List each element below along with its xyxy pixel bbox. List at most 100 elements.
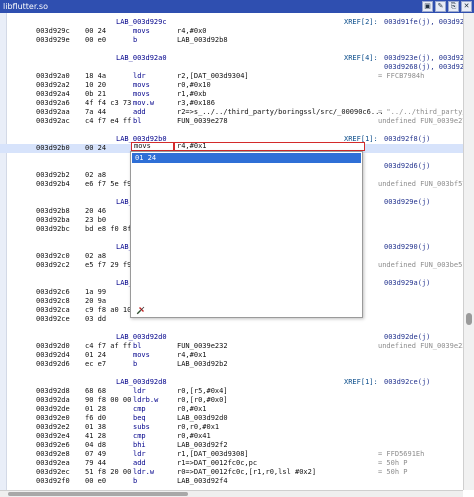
assembly-suggestion-list[interactable]: 01 24 (130, 151, 363, 318)
operands[interactable]: LAB_003d92d0 (177, 414, 228, 423)
edit-icon[interactable]: ✎ (435, 1, 446, 12)
instruction-row[interactable]: 003d929e 00 e0 b LAB_003d92b8 (0, 36, 463, 45)
mnemonic[interactable]: movs (133, 81, 150, 90)
address[interactable]: 003d92aa (36, 108, 70, 117)
address[interactable]: 003d92c0 (36, 252, 70, 261)
xref-values[interactable]: 003d929e(j) (384, 198, 430, 207)
mnemonic[interactable]: movs (133, 351, 150, 360)
instruction-row[interactable]: 003d92d8 68 68 ldr r0,[r5,#0x4] (0, 387, 463, 396)
mnemonic[interactable]: ldrb.w (133, 396, 158, 405)
instruction-row[interactable]: 003d92e4 41 28 cmp r0,#0x41 (0, 432, 463, 441)
close-icon[interactable]: ✕ (461, 1, 472, 12)
address[interactable]: 003d92e4 (36, 432, 70, 441)
horizontal-scroll-thumb[interactable] (8, 492, 188, 496)
address[interactable]: 003d929c (36, 27, 70, 36)
address[interactable]: 003d92d0 (36, 342, 70, 351)
xref-values[interactable]: 003d923e(j), 003d924c(j), (384, 54, 463, 63)
copy-icon[interactable]: ⎘ (448, 1, 459, 12)
address[interactable]: 003d92a4 (36, 90, 70, 99)
mnemonic[interactable]: cmp (133, 432, 146, 441)
operands[interactable]: r0,r0,#0x1 (177, 423, 219, 432)
code-label[interactable]: LAB_003d929c (116, 18, 167, 27)
mnemonic[interactable]: b (133, 477, 137, 486)
instruction-row[interactable]: 003d92ac c4 f7 e4 ff bl FUN_0039e278 undefin… (0, 117, 463, 126)
address[interactable]: 003d92b0 (36, 144, 70, 153)
code-label[interactable]: LAB_003d92a0 (116, 54, 167, 63)
mnemonic[interactable]: add (133, 108, 146, 117)
instruction-row[interactable]: 003d92f0 00 e0 b LAB_003d92f4 (0, 477, 463, 486)
xref-row[interactable]: 003d9268(j), 003d9280(j) (0, 63, 463, 72)
label-row[interactable]: LAB_003d92d8 XREF[1]: 003d92ce(j) (0, 378, 463, 387)
mnemonic[interactable]: beq (133, 414, 146, 423)
instruction-row[interactable]: 003d92ea 79 44 add r1=>DAT_0012fc0c,pc = 50h… (0, 459, 463, 468)
operands[interactable]: r3,#0x186 (177, 99, 215, 108)
patch-assemble-icon[interactable] (136, 306, 145, 315)
mnemonic[interactable]: bhi (133, 441, 146, 450)
label-row[interactable]: LAB_003d92a0 XREF[4]: 003d923e(j), 003d924… (0, 54, 463, 63)
xref-values[interactable]: 003d92de(j) (384, 333, 430, 342)
mnemonic-edit-field[interactable]: movs (131, 142, 174, 151)
address[interactable]: 003d92a6 (36, 99, 70, 108)
operands[interactable]: r1=>DAT_0012fc0c,pc (177, 459, 257, 468)
mnemonic[interactable]: mov.w (133, 99, 154, 108)
instruction-row[interactable]: 003d92a0 18 4a ldr r2,[DAT_003d9304] = FFCB7… (0, 72, 463, 81)
address[interactable]: 003d92da (36, 396, 70, 405)
operand-edit-field[interactable]: r4,#0x1 (174, 142, 365, 151)
operands[interactable]: FUN_0039e232 (177, 342, 228, 351)
address[interactable]: 003d92c2 (36, 261, 70, 270)
mnemonic[interactable]: ldr (133, 450, 146, 459)
operands[interactable]: r0,#0x41 (177, 432, 211, 441)
instruction-row[interactable]: 003d92ec 51 f8 20 00 ldr.w r0=>DAT_0012fc0c… (0, 468, 463, 477)
operands[interactable]: LAB_003d92b8 (177, 36, 228, 45)
instruction-row[interactable]: 003d92e0 f6 d0 beq LAB_003d92d0 (0, 414, 463, 423)
address[interactable]: 003d92d8 (36, 387, 70, 396)
operands[interactable]: r2=>s_../../third_party/boringssl/src/_0… (177, 108, 384, 117)
address[interactable]: 003d92e2 (36, 423, 70, 432)
address[interactable]: 003d92c6 (36, 288, 70, 297)
label-row[interactable]: LAB_003d929c XREF[2]: 003d91fe(j), 003d920… (0, 18, 463, 27)
mnemonic[interactable]: ldr.w (133, 468, 154, 477)
mnemonic[interactable]: ldr (133, 72, 146, 81)
address[interactable]: 003d92ac (36, 117, 70, 126)
operands[interactable]: r4,#0x0 (177, 27, 207, 36)
instruction-row[interactable]: 003d92a6 4f f4 c3 73 mov.w r3,#0x186 (0, 99, 463, 108)
operands[interactable]: LAB_003d92f2 (177, 441, 228, 450)
xref-values[interactable]: 003d92f8(j) (384, 135, 430, 144)
instruction-row[interactable]: 003d929c 00 24 movs r4,#0x0 (0, 27, 463, 36)
code-label[interactable]: LAB_003d92d0 (116, 333, 167, 342)
operands[interactable]: r4,#0x1 (177, 351, 207, 360)
mnemonic[interactable]: movs (133, 90, 150, 99)
instruction-row[interactable]: 003d92a4 0b 21 movs r1,#0xb (0, 90, 463, 99)
instruction-row[interactable]: 003d92a2 10 20 movs r0,#0x10 (0, 81, 463, 90)
vertical-scroll-thumb[interactable] (466, 313, 472, 325)
instruction-row[interactable]: 003d92de 01 28 cmp r0,#0x1 (0, 405, 463, 414)
operands[interactable]: r2,[DAT_003d9304] (177, 72, 249, 81)
xref-values[interactable]: 003d929a(j) (384, 279, 430, 288)
address[interactable]: 003d92b4 (36, 180, 70, 189)
address[interactable]: 003d92b2 (36, 171, 70, 180)
code-label[interactable]: LAB_003d92d8 (116, 378, 167, 387)
operands[interactable]: r0=>DAT_0012fc0c,[r1,r0,lsl #0x2] (177, 468, 316, 477)
instruction-row[interactable]: 003d92e2 01 38 subs r0,r0,#0x1 (0, 423, 463, 432)
mnemonic[interactable]: cmp (133, 405, 146, 414)
operands[interactable]: r0,#0x1 (177, 405, 207, 414)
address[interactable]: 003d92ca (36, 306, 70, 315)
xref-values[interactable]: 003d9290(j) (384, 243, 430, 252)
address[interactable]: 003d92ce (36, 315, 70, 324)
mnemonic[interactable]: bl (133, 342, 141, 351)
instruction-row[interactable]: 003d92d4 01 24 movs r4,#0x1 (0, 351, 463, 360)
address[interactable]: 003d92de (36, 405, 70, 414)
operands[interactable]: FUN_0039e278 (177, 117, 228, 126)
operands[interactable]: r0,#0x10 (177, 81, 211, 90)
address[interactable]: 003d92ea (36, 459, 70, 468)
vertical-scrollbar[interactable] (463, 13, 474, 490)
address[interactable]: 003d92c8 (36, 297, 70, 306)
operands[interactable]: r1,#0xb (177, 90, 207, 99)
address[interactable]: 003d92b8 (36, 207, 70, 216)
address[interactable]: 003d92f0 (36, 477, 70, 486)
operands[interactable]: LAB_003d92b2 (177, 360, 228, 369)
operands[interactable]: r0,[r5,#0x4] (177, 387, 228, 396)
address[interactable]: 003d92d4 (36, 351, 70, 360)
address[interactable]: 003d92d6 (36, 360, 70, 369)
address[interactable]: 003d92a2 (36, 81, 70, 90)
